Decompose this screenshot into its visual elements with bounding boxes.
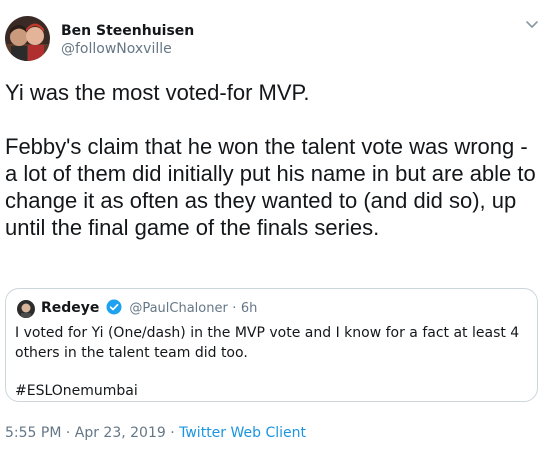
quoted-tweet-body: I voted for Yi (One/dash) in the MVP vot…	[15, 323, 520, 401]
verified-badge-icon	[106, 299, 122, 315]
quoted-tweet-time: 6h	[240, 301, 258, 316]
tweet-timestamp[interactable]: 5:55 PM · Apr 23, 2019 ·	[5, 425, 179, 441]
tweet: Ben Steenhuisen @followNoxville Yi was t…	[0, 0, 550, 454]
quoted-tweet-hashtag: #ESLOnemumbai	[15, 383, 138, 399]
quoted-tweet-text: I voted for Yi (One/dash) in the MVP vot…	[15, 325, 520, 361]
author-name[interactable]: Ben Steenhuisen	[61, 23, 194, 40]
tweet-source-link[interactable]: Twitter Web Client	[179, 425, 306, 441]
chevron-down-icon[interactable]	[524, 16, 540, 32]
quoted-author-name: Redeye	[41, 300, 100, 316]
quoted-tweet-header: Redeye @PaulChaloner · 6h	[41, 299, 257, 318]
author-handle[interactable]: @followNoxville	[61, 41, 172, 58]
author-avatar[interactable]	[5, 16, 50, 61]
quoted-author-handle: @PaulChaloner	[129, 301, 228, 316]
quoted-author-avatar	[17, 300, 35, 318]
tweet-meta: 5:55 PM · Apr 23, 2019 · Twitter Web Cli…	[5, 424, 306, 443]
tweet-paragraph: Febby's claim that he won the talent vot…	[5, 134, 542, 240]
quoted-tweet-card[interactable]: Redeye @PaulChaloner · 6h I voted for Yi…	[5, 288, 538, 402]
quoted-tweet-separator: ·	[232, 301, 237, 316]
tweet-paragraph: Yi was the most voted-for MVP.	[5, 80, 310, 105]
tweet-text: Yi was the most voted-for MVP. Febby's c…	[5, 79, 545, 241]
